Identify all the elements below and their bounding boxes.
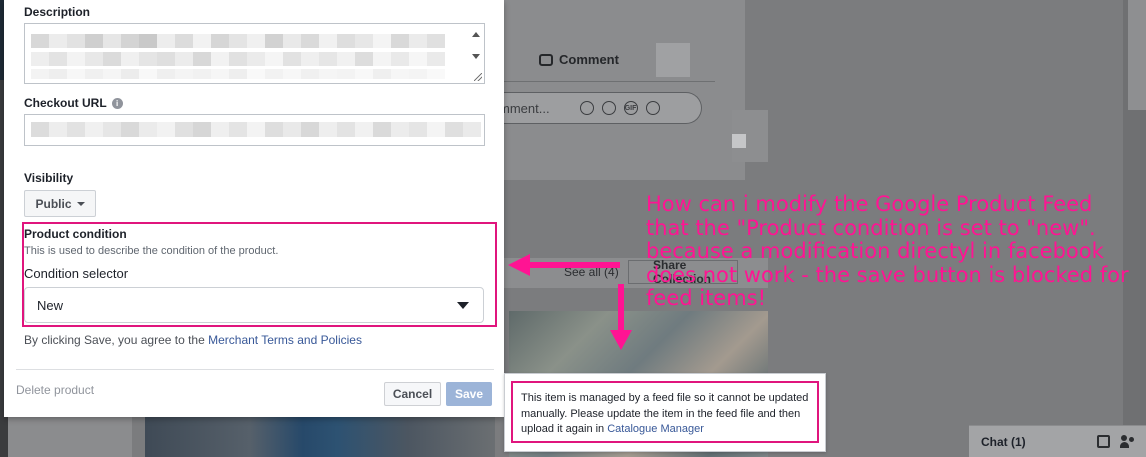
save-button[interactable]: Save [446,382,492,406]
description-textarea[interactable] [24,23,485,84]
background-thumbnail [656,43,690,77]
gif-icon[interactable]: GIF [623,101,638,115]
resize-handle-icon[interactable] [474,73,482,81]
annotation-arrow-down-head [610,330,632,350]
checkout-url-input[interactable] [24,114,485,146]
comment-input[interactable]: mment... GIF [497,92,702,124]
people-icon[interactable] [1120,435,1136,448]
comment-placeholder: mment... [499,100,550,116]
annotation-line: does not work - the save button is block… [646,262,1129,287]
background-left-column [8,417,132,457]
catalogue-manager-link[interactable]: Catalogue Manager [607,423,704,435]
redacted-url [31,122,481,137]
annotation-line: because a modification directyl in faceb… [646,239,1104,263]
chat-label: Chat (1) [981,434,1026,449]
terms-prefix: By clicking Save, you agree to the [24,333,209,347]
compose-icon[interactable] [1097,435,1110,448]
redacted-text [31,52,445,66]
comment-label: Comment [559,52,619,67]
info-icon[interactable]: i [111,98,123,109]
background-widget-button [732,134,746,148]
tooltip-highlight: This item is managed by a feed file so i… [511,381,819,443]
merchant-terms-link[interactable]: Merchant Terms and Policies [208,333,362,347]
annotation-text: How can i modify the Google Product Feed… [646,192,1146,311]
visibility-dropdown[interactable]: Public [24,190,96,217]
annotation-arrow-left-head [508,254,530,276]
chat-bar[interactable]: Chat (1) [969,425,1146,457]
annotation-arrow-down [618,284,624,332]
checkout-url-label: Checkout URL [24,96,107,110]
product-condition-highlight [22,222,497,327]
caret-down-icon [76,201,85,206]
redacted-text [31,34,445,48]
divider [497,81,715,82]
edit-product-modal: Description Checkout URL i Visibility Pub… [4,0,504,417]
visibility-label: Visibility [24,171,74,185]
comment-icon [539,53,553,66]
emoji-icon[interactable] [579,101,594,115]
background-post-panel [497,0,745,180]
checkout-url-label-row: Checkout URL i [24,96,123,110]
background-right-edge-top [1128,0,1146,110]
feed-managed-tooltip: This item is managed by a feed file so i… [504,373,826,452]
delete-product-link[interactable]: Delete product [16,383,94,397]
annotation-line: that the "Product condition is set to "n… [646,215,1096,240]
scroll-up-icon[interactable] [472,32,480,37]
comment-button[interactable]: Comment [539,52,619,67]
redacted-text [31,69,445,79]
cancel-button[interactable]: Cancel [384,382,441,406]
camera-icon[interactable] [601,101,616,115]
footer-divider [16,369,494,370]
annotation-arrow-left [528,262,620,268]
scroll-down-icon[interactable] [472,54,480,59]
visibility-value: Public [35,196,72,211]
terms-text: By clicking Save, you agree to the Merch… [24,333,362,347]
annotation-line: feed items! [646,286,767,310]
description-label: Description [24,5,91,19]
sticker-icon[interactable] [645,101,660,115]
background-widget [732,110,768,162]
background-photo-bottom [145,417,495,457]
annotation-line: How can i modify the Google Product Feed [646,192,1093,216]
